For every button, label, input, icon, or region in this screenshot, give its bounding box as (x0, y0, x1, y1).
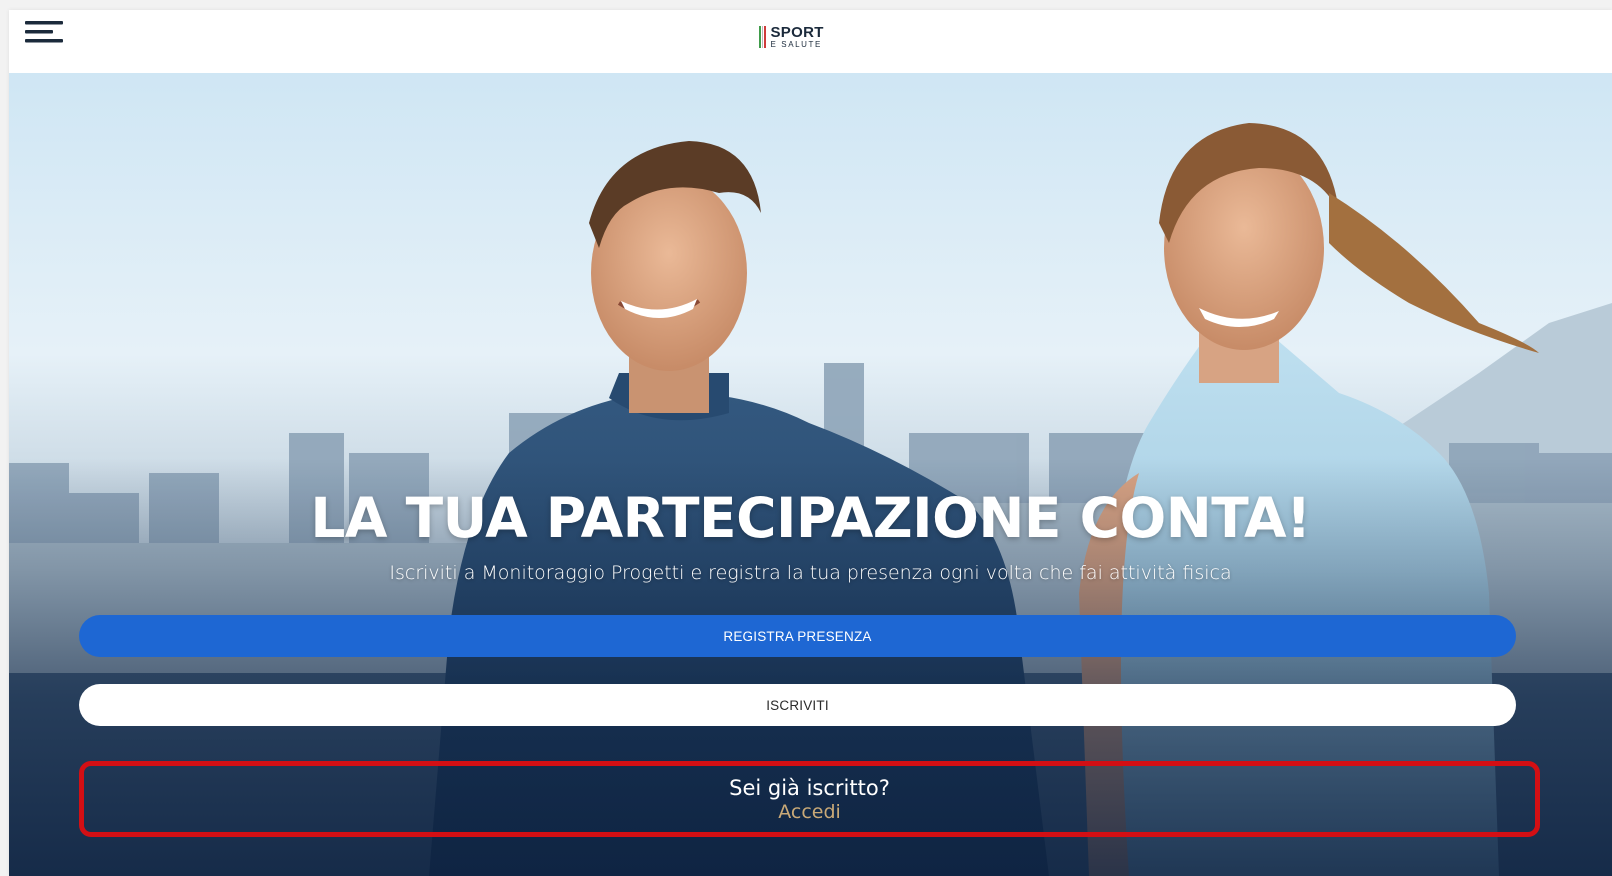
hero-subtitle: Iscriviti a Monitoraggio Progetti e regi… (389, 562, 1232, 584)
iscriviti-button[interactable]: ISCRIVITI (79, 684, 1516, 726)
logo-wordmark: SPORT E SALUTE (771, 25, 824, 49)
sport-e-salute-logo[interactable]: SPORT E SALUTE (759, 24, 824, 50)
logo-main-text: SPORT (770, 24, 824, 41)
login-prompt-box: Sei già iscritto? Accedi (79, 761, 1540, 837)
logo-flag-stripes (759, 26, 766, 48)
hero-gradient-overlay (9, 73, 1612, 876)
hero-title: LA TUA PARTECIPAZIONE CONTA! (310, 486, 1311, 550)
logo-sub-text: E SALUTE (770, 40, 822, 49)
hero-section: LA TUA PARTECIPAZIONE CONTA! Iscriviti a… (9, 73, 1612, 876)
top-header: SPORT E SALUTE (9, 10, 1612, 73)
app-window: SPORT E SALUTE LA TUA PARTECIPAZIONE CON… (9, 10, 1612, 876)
login-question-text: Sei già iscritto? (729, 775, 890, 800)
accedi-link[interactable]: Accedi (778, 801, 841, 823)
registra-presenza-button[interactable]: REGISTRA PRESENZA (79, 615, 1516, 657)
hamburger-menu-icon[interactable] (25, 21, 67, 45)
